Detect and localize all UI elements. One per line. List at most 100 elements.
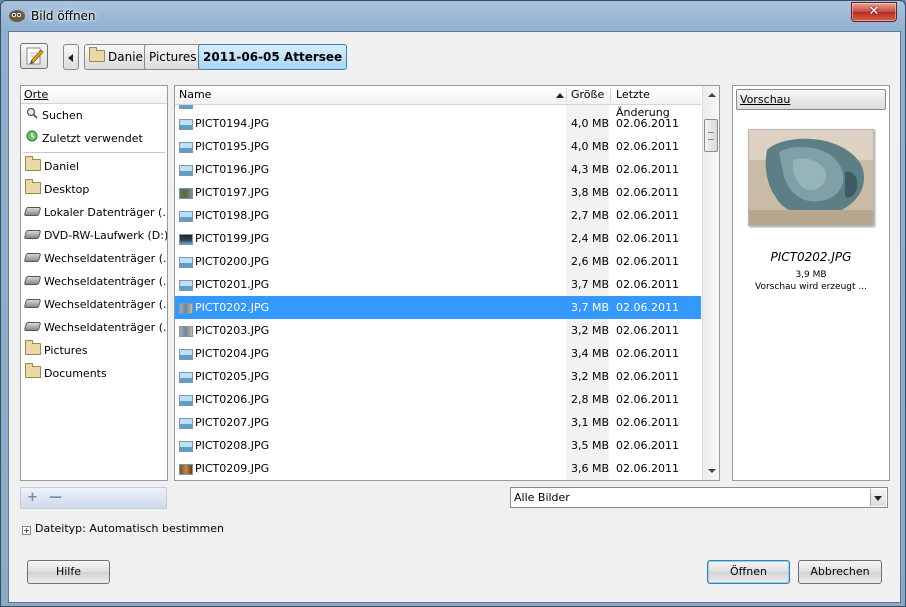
preview-filename: PICT0202.JPG — [770, 250, 852, 264]
scroll-down-arrow-icon[interactable] — [708, 469, 716, 473]
file-size: 3,8 MB — [571, 186, 610, 199]
file-date: 02.06.2011 — [616, 163, 679, 176]
file-date: 02.06.2011 — [616, 209, 679, 222]
place-dvd-drive[interactable]: DVD-RW-Laufwerk (D:) — [21, 224, 167, 247]
file-size: 3,2 MB — [571, 324, 610, 337]
file-name: PICT0201.JPG — [195, 278, 270, 291]
place-removable-4[interactable]: Wechseldatenträger (... — [21, 316, 167, 339]
file-date: 02.06.2011 — [616, 232, 679, 245]
file-name: PICT0199.JPG — [195, 232, 270, 245]
file-row[interactable]: PICT0197.JPG 3,8 MB 02.06.2011 — [175, 181, 701, 204]
file-size: 2,4 MB — [571, 232, 610, 245]
image-file-icon — [179, 372, 193, 383]
place-label: Zuletzt verwendet — [42, 132, 143, 145]
file-row[interactable]: PICT0199.JPG 2,4 MB 02.06.2011 — [175, 227, 701, 250]
title-bar[interactable]: Bild öffnen ✕ — [1, 1, 905, 31]
file-date: 02.06.2011 — [616, 117, 679, 130]
image-file-icon — [179, 395, 193, 406]
remove-bookmark-button[interactable]: — — [49, 490, 62, 505]
file-row[interactable]: PICT0195.JPG 4,0 MB 02.06.2011 — [175, 135, 701, 158]
file-name: PICT0195.JPG — [195, 140, 270, 153]
file-date: 02.06.2011 — [616, 324, 679, 337]
search-icon — [25, 104, 39, 127]
breadcrumb-attersee[interactable]: 2011-06-05 Attersee — [198, 44, 348, 70]
preview-button[interactable]: Vorschau — [736, 89, 886, 110]
file-row[interactable]: PICT0201.JPG 3,7 MB 02.06.2011 — [175, 273, 701, 296]
file-date: 02.06.2011 — [616, 347, 679, 360]
close-button[interactable]: ✕ — [851, 2, 897, 22]
file-row[interactable]: PICT0203.JPG 3,2 MB 02.06.2011 — [175, 319, 701, 342]
file-row[interactable]: PICT0205.JPG 3,2 MB 02.06.2011 — [175, 365, 701, 388]
file-row[interactable]: PICT0209.JPG 3,6 MB 02.06.2011 — [175, 457, 701, 480]
breadcrumb-label: 2011-06-05 Attersee — [203, 50, 343, 64]
file-size: 3,4 MB — [571, 347, 610, 360]
file-row[interactable]: PICT0196.JPG 4,3 MB 02.06.2011 — [175, 158, 701, 181]
place-desktop[interactable]: Desktop — [21, 178, 167, 201]
file-size: 3,2 MB — [571, 370, 610, 383]
file-row[interactable]: PICT0200.JPG 2,6 MB 02.06.2011 — [175, 250, 701, 273]
column-name[interactable]: Name — [179, 86, 211, 104]
file-date: 02.06.2011 — [616, 439, 679, 452]
file-row[interactable]: PICT0207.JPG 3,1 MB 02.06.2011 — [175, 411, 701, 434]
image-file-icon — [179, 326, 193, 337]
places-header[interactable]: Orte — [21, 86, 167, 104]
image-file-icon — [179, 142, 193, 153]
expand-plus-icon[interactable]: + — [22, 526, 31, 535]
breadcrumb-pictures[interactable]: Pictures — [144, 44, 202, 70]
file-row[interactable]: PICT0198.JPG 2,7 MB 02.06.2011 — [175, 204, 701, 227]
place-label: Desktop — [44, 183, 90, 196]
help-button[interactable]: Hilfe — [27, 560, 110, 584]
type-location-button[interactable] — [20, 43, 48, 69]
file-size: 4,0 MB — [571, 117, 610, 130]
place-daniel[interactable]: Daniel — [21, 155, 167, 178]
scroll-thumb[interactable] — [704, 119, 718, 152]
file-name: PICT0206.JPG — [195, 393, 270, 406]
place-search[interactable]: Suchen — [21, 104, 167, 127]
image-file-icon — [179, 418, 193, 429]
file-name: PICT0209.JPG — [195, 462, 270, 475]
file-row[interactable]: PICT0206.JPG 2,8 MB 02.06.2011 — [175, 388, 701, 411]
place-removable-2[interactable]: Wechseldatenträger (... — [21, 270, 167, 293]
filetype-expander[interactable]: + Dateityp: Automatisch bestimmen — [22, 522, 224, 536]
cancel-button[interactable]: Abbrechen — [798, 560, 882, 584]
place-label: Lokaler Datenträger (... — [44, 206, 167, 219]
file-row[interactable]: PICT0194.JPG 4,0 MB 02.06.2011 — [175, 112, 701, 135]
scroll-up-arrow-icon[interactable] — [708, 93, 716, 97]
folder-icon — [25, 363, 41, 378]
file-name: PICT0203.JPG — [195, 324, 270, 337]
place-removable-3[interactable]: Wechseldatenträger (... — [21, 293, 167, 316]
file-filter-select[interactable]: Alle Bilder — [510, 487, 888, 508]
file-row[interactable]: PICT0208.JPG 3,5 MB 02.06.2011 — [175, 434, 701, 457]
add-bookmark-button[interactable]: + — [27, 490, 38, 505]
file-list-scrollbar[interactable] — [702, 86, 719, 480]
place-label: Wechseldatenträger (... — [44, 252, 167, 265]
file-name: PICT0208.JPG — [195, 439, 270, 452]
breadcrumb-daniel[interactable]: Daniel — [84, 44, 152, 70]
place-pictures[interactable]: Pictures — [21, 339, 167, 362]
place-local-disk[interactable]: Lokaler Datenträger (... — [21, 201, 167, 224]
path-back-button[interactable] — [63, 44, 79, 70]
filetype-label: Dateityp: Automatisch bestimmen — [35, 522, 224, 535]
image-file-icon — [179, 257, 193, 268]
removable-drive-icon — [23, 253, 42, 262]
file-date: 02.06.2011 — [616, 301, 679, 314]
chevron-down-icon[interactable] — [870, 489, 886, 506]
folder-icon — [25, 340, 41, 355]
column-size[interactable]: Größe — [571, 86, 604, 104]
place-documents[interactable]: Documents — [21, 362, 167, 385]
file-name: PICT0197.JPG — [195, 186, 270, 199]
file-row[interactable]: PICT0202.JPG 3,7 MB 02.06.2011 — [175, 296, 701, 319]
file-name: PICT0202.JPG — [195, 301, 270, 314]
file-row[interactable]: PICT0204.JPG 3,4 MB 02.06.2011 — [175, 342, 701, 365]
file-date: 02.06.2011 — [616, 278, 679, 291]
place-label: Suchen — [42, 109, 83, 122]
open-button[interactable]: Öffnen — [707, 560, 790, 584]
image-file-icon — [179, 234, 193, 245]
place-recent[interactable]: Zuletzt verwendet — [21, 127, 167, 150]
place-removable-1[interactable]: Wechseldatenträger (... — [21, 247, 167, 270]
recent-icon — [25, 127, 39, 150]
harddisk-icon — [23, 207, 42, 216]
place-label: Wechseldatenträger (... — [44, 275, 167, 288]
preview-thumbnail — [748, 129, 874, 226]
file-size: 4,3 MB — [571, 163, 610, 176]
